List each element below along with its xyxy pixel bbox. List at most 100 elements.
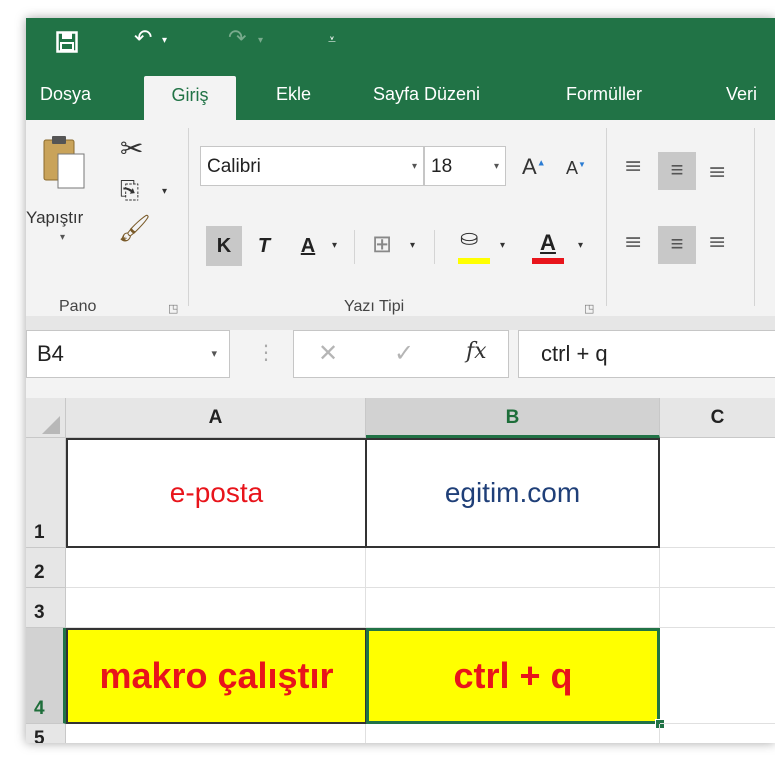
customize-qat-icon[interactable]: ⩡ xyxy=(328,32,336,48)
redo-icon[interactable]: ↷ xyxy=(228,26,246,51)
chevron-down-icon: ▾ xyxy=(493,161,499,172)
row-number: 4 xyxy=(34,698,45,719)
clipboard-group-label: Pano xyxy=(59,298,97,315)
row-number: 3 xyxy=(34,602,45,623)
row-number: 1 xyxy=(34,522,45,543)
cell-b5[interactable] xyxy=(366,724,660,743)
font-size-combo[interactable]: 18 ▾ xyxy=(424,146,506,186)
cut-icon[interactable]: ✂ xyxy=(120,132,143,165)
fill-color-swatch xyxy=(458,258,490,264)
column-header-b[interactable]: B xyxy=(366,398,660,438)
font-color-swatch xyxy=(532,258,564,264)
borders-dropdown-icon[interactable]: ▾ xyxy=(410,240,415,251)
font-launcher-icon[interactable]: ◳ xyxy=(584,302,594,315)
cell-c2[interactable] xyxy=(660,548,775,588)
align-left-icon[interactable]: ≡ xyxy=(624,230,642,255)
paste-icon[interactable] xyxy=(42,134,88,192)
sheet-top-spacer xyxy=(26,378,775,398)
fill-color-icon[interactable]: ⛀ xyxy=(460,226,478,251)
select-all-corner[interactable] xyxy=(26,398,66,438)
chevron-down-icon: ▾ xyxy=(411,161,417,172)
align-center-button[interactable]: ≡ xyxy=(658,226,696,264)
clipboard-launcher-icon[interactable]: ◳ xyxy=(168,302,178,315)
cell-a1[interactable]: e-posta xyxy=(66,438,366,548)
font-name-value: Calibri xyxy=(207,156,261,177)
cell-a2[interactable] xyxy=(66,548,366,588)
name-box-value: B4 xyxy=(37,341,64,366)
row-number: 5 xyxy=(34,728,45,743)
group-divider xyxy=(354,230,355,264)
row-header-4[interactable]: 4 xyxy=(26,628,66,724)
tab-formuller[interactable]: Formüller xyxy=(566,68,642,120)
tab-sayfa-duzeni[interactable]: Sayfa Düzeni xyxy=(373,68,480,120)
underline-button[interactable]: A xyxy=(296,226,320,266)
enter-icon[interactable]: ✓ xyxy=(394,339,414,367)
font-size-value: 18 xyxy=(431,156,453,177)
format-painter-icon[interactable]: 🖌 xyxy=(118,214,151,244)
shrink-font-label: A xyxy=(566,158,579,178)
undo-icon[interactable]: ↶ xyxy=(134,26,152,51)
shrink-font-button[interactable]: A▼ xyxy=(566,158,586,179)
cell-a4[interactable]: makro çalıştır xyxy=(66,628,366,724)
row-header-1[interactable]: 1 xyxy=(26,438,66,548)
tab-giris[interactable]: Giriş xyxy=(144,76,236,120)
cell-c4[interactable] xyxy=(660,628,775,724)
row-number: 2 xyxy=(34,562,45,583)
align-top-icon[interactable]: ≡ xyxy=(624,154,642,179)
worksheet-grid: A B C 1 2 3 4 5 e-posta egitim.com makro… xyxy=(26,398,775,743)
cell-c5[interactable] xyxy=(660,724,775,743)
italic-button[interactable]: T xyxy=(252,226,276,266)
formula-input[interactable]: ctrl + q xyxy=(518,330,775,378)
cell-c3[interactable] xyxy=(660,588,775,628)
borders-icon[interactable]: ⊞ xyxy=(372,230,392,258)
copy-dropdown-icon[interactable]: ▾ xyxy=(162,186,167,197)
group-divider xyxy=(434,230,435,264)
excel-window: ↶ ▾ ↷ ▾ ⩡ Dosya Giriş Ekle Sayfa Düzeni … xyxy=(26,18,775,743)
formula-bar-grip-icon[interactable]: ⋮ xyxy=(256,340,276,364)
font-group-label: Yazı Tipi xyxy=(344,298,405,315)
grow-font-button[interactable]: A▲ xyxy=(522,154,546,180)
align-right-icon[interactable]: ≡ xyxy=(708,230,726,255)
copy-icon[interactable]: ⎘ xyxy=(120,176,139,204)
font-color-dropdown-icon[interactable]: ▾ xyxy=(578,240,583,251)
cell-b1[interactable]: egitim.com xyxy=(366,438,660,548)
name-box[interactable]: B4 ▾ xyxy=(26,330,230,378)
paste-dropdown-icon[interactable]: ▾ xyxy=(60,232,65,243)
bold-button[interactable]: K xyxy=(206,226,242,266)
fill-color-dropdown-icon[interactable]: ▾ xyxy=(500,240,505,251)
align-middle-button[interactable]: ≡ xyxy=(658,152,696,190)
insert-function-button[interactable]: fx xyxy=(466,339,487,364)
cell-a3[interactable] xyxy=(66,588,366,628)
cell-b4[interactable]: ctrl + q xyxy=(366,628,660,724)
tab-dosya[interactable]: Dosya xyxy=(40,68,91,120)
underline-dropdown-icon[interactable]: ▾ xyxy=(332,240,337,251)
undo-dropdown-icon[interactable]: ▾ xyxy=(162,35,167,46)
cancel-icon[interactable]: ✕ xyxy=(318,339,338,367)
ribbon: Yapıştır ▾ ✂ ⎘ ▾ 🖌 Pano ◳ Calibri ▾ 18 ▾… xyxy=(26,120,775,317)
redo-dropdown-icon[interactable]: ▾ xyxy=(258,35,263,46)
select-all-icon xyxy=(42,416,60,434)
column-header-a[interactable]: A xyxy=(66,398,366,438)
row-header-3[interactable]: 3 xyxy=(26,588,66,628)
paste-label[interactable]: Yapıştır xyxy=(26,208,83,228)
chevron-down-icon: ▾ xyxy=(211,347,217,360)
ribbon-gap xyxy=(26,316,775,330)
quick-access-toolbar: ↶ ▾ ↷ ▾ ⩡ xyxy=(26,18,775,68)
column-header-c[interactable]: C xyxy=(660,398,775,438)
group-divider xyxy=(606,128,607,306)
font-name-combo[interactable]: Calibri ▾ xyxy=(200,146,424,186)
save-icon[interactable] xyxy=(56,31,78,53)
grow-font-label: A xyxy=(522,154,537,179)
cell-b3[interactable] xyxy=(366,588,660,628)
align-bottom-icon[interactable]: ≡ xyxy=(708,160,726,185)
cell-a5[interactable] xyxy=(66,724,366,743)
row-header-5[interactable]: 5 xyxy=(26,724,66,743)
formula-buttons: ✕ ✓ fx xyxy=(293,330,509,378)
cell-b2[interactable] xyxy=(366,548,660,588)
tab-ekle[interactable]: Ekle xyxy=(276,68,311,120)
ribbon-tabs: Dosya Giriş Ekle Sayfa Düzeni Formüller … xyxy=(26,68,775,120)
font-color-button[interactable]: A xyxy=(530,224,566,258)
row-header-2[interactable]: 2 xyxy=(26,548,66,588)
cell-c1[interactable] xyxy=(660,438,775,548)
tab-veri[interactable]: Veri xyxy=(726,68,757,120)
